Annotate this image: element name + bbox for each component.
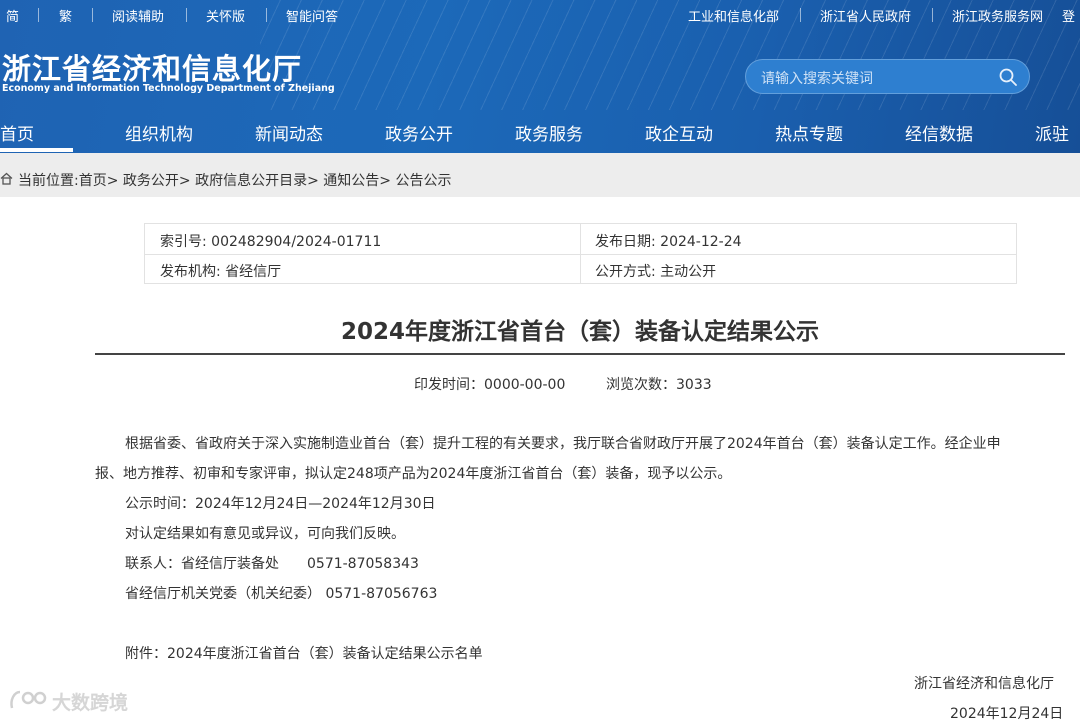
zj-service-link[interactable]: 浙江政务服务网 xyxy=(952,6,1043,25)
reading-aid-link[interactable]: 阅读辅助 xyxy=(112,6,164,25)
divider xyxy=(266,8,267,22)
nav-organization[interactable]: 组织机构 xyxy=(125,120,193,145)
article-title: 2024年度浙江省首台（套）装备认定结果公示 xyxy=(340,319,819,345)
breadcrumb[interactable]: 当前位置:首页> 政务公开> 政府信息公开目录> 通知公告> 公告公示 xyxy=(18,170,451,190)
nav-stationed[interactable]: 派驻 xyxy=(1035,120,1069,145)
site-header: 简 繁 阅读辅助 关怀版 智能问答 工业和信息化部 浙江省人民政府 浙江政务服务… xyxy=(0,0,1080,153)
nav-active-indicator xyxy=(0,148,73,152)
info-table: 索引号: 002482904/2024-01711 发布日期: 2024-12-… xyxy=(144,223,1017,284)
index-number: 索引号: 002482904/2024-01711 xyxy=(160,234,382,250)
nav-topics[interactable]: 热点专题 xyxy=(775,120,843,145)
feedback-text: 对认定结果如有意见或异议，可向我们反映。 xyxy=(125,526,405,542)
login-link[interactable]: 登 xyxy=(1062,6,1075,25)
nav-news[interactable]: 新闻动态 xyxy=(255,120,323,145)
open-mode: 公开方式: 主动公开 xyxy=(595,264,717,280)
divider xyxy=(580,224,581,283)
view-count: 浏览次数：3033 xyxy=(606,377,712,393)
main-nav: 首页 组织机构 新闻动态 政务公开 政务服务 政企互动 热点专题 经信数据 派驻 xyxy=(0,110,1080,153)
watermark-text: 大数跨境 xyxy=(52,692,129,714)
divider xyxy=(38,8,39,22)
body-paragraph: 根据省委、省政府关于深入实施制造业首台（套）提升工程的有关要求，我厅联合省财政厅… xyxy=(125,436,1001,452)
nav-gov-affairs[interactable]: 政务公开 xyxy=(385,120,453,145)
nav-data[interactable]: 经信数据 xyxy=(905,120,973,145)
body-paragraph: 报、地方推荐、初审和专家评审，拟认定248项产品为2024年度浙江省首台（套）装… xyxy=(95,466,732,482)
search-icon[interactable] xyxy=(998,67,1018,87)
zj-gov-link[interactable]: 浙江省人民政府 xyxy=(820,6,911,25)
contact-discipline: 省经信厅机关党委（机关纪委） 0571-87056763 xyxy=(125,586,438,602)
signature: 浙江省经济和信息化厅 xyxy=(914,676,1054,692)
publish-date: 发布日期: 2024-12-24 xyxy=(595,234,742,250)
simplified-link[interactable]: 简 xyxy=(6,6,19,25)
publisher: 发布机构: 省经信厅 xyxy=(160,264,282,280)
care-mode-link[interactable]: 关怀版 xyxy=(206,6,245,25)
divider xyxy=(92,8,93,22)
site-logo-title[interactable]: 浙江省经济和信息化厅 xyxy=(2,46,302,88)
watermark-logo-icon xyxy=(10,690,47,709)
notice-period: 公示时间：2024年12月24日—2024年12月30日 xyxy=(125,496,436,512)
traditional-link[interactable]: 繁 xyxy=(59,6,72,25)
smart-qa-link[interactable]: 智能问答 xyxy=(286,6,338,25)
divider xyxy=(186,8,187,22)
signature-date: 2024年12月24日 xyxy=(950,706,1064,722)
breadcrumb-bar: 当前位置:首页> 政务公开> 政府信息公开目录> 通知公告> 公告公示 xyxy=(0,153,1080,197)
site-logo-subtitle: Economy and Information Technology Depar… xyxy=(2,83,335,94)
home-icon xyxy=(0,172,13,185)
divider xyxy=(800,8,801,22)
attachment-link[interactable]: 附件：2024年度浙江省首台（套）装备认定结果公示名单 xyxy=(125,643,483,663)
print-time: 印发时间：0000-00-00 xyxy=(414,377,566,393)
search-box[interactable]: 请输入搜索关键词 xyxy=(745,59,1030,94)
miit-link[interactable]: 工业和信息化部 xyxy=(688,6,779,25)
nav-gov-services[interactable]: 政务服务 xyxy=(515,120,583,145)
search-input[interactable]: 请输入搜索关键词 xyxy=(761,68,873,88)
nav-interaction[interactable]: 政企互动 xyxy=(645,120,713,145)
top-bar: 简 繁 阅读辅助 关怀版 智能问答 工业和信息化部 浙江省人民政府 浙江政务服务… xyxy=(0,0,1080,30)
nav-home[interactable]: 首页 xyxy=(0,120,34,145)
divider xyxy=(932,8,933,22)
title-divider xyxy=(95,353,1065,355)
contact-equipment: 联系人：省经信厅装备处 0571-87058343 xyxy=(125,556,419,572)
